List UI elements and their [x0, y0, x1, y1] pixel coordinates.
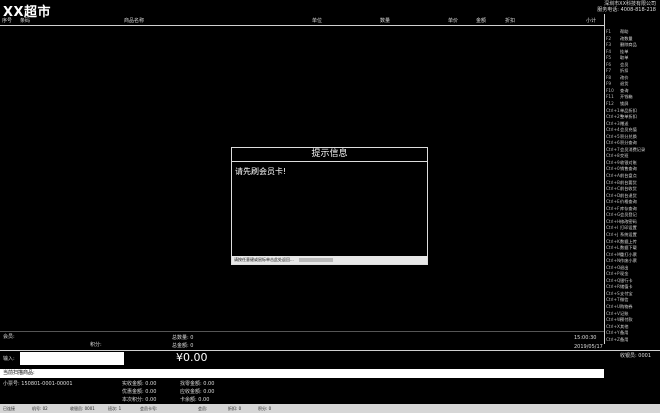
- col-unit: 单位: [312, 18, 323, 24]
- function-key-label: 系统设置: [620, 231, 637, 237]
- points-earned: 本次积分: 0.00: [122, 397, 157, 403]
- points-label: 积分:: [90, 342, 102, 348]
- function-key-label: 积分兑换: [620, 133, 637, 139]
- function-key-label: 库存查询: [620, 205, 637, 211]
- function-key-label: 赠送: [620, 120, 629, 126]
- function-key-label: 取单: [620, 55, 629, 61]
- function-key-label: 其他: [620, 323, 629, 329]
- status-bar: 已连接 机号: 02 收银员: 0001 班次: 1 会员卡号: 会员: 折扣:…: [0, 404, 660, 413]
- function-key-label: 打印设置: [620, 225, 637, 231]
- function-key-label: 银行卡: [620, 277, 633, 283]
- function-key-label: 开钱箱: [620, 94, 633, 100]
- total-amount: ¥0.00: [176, 351, 208, 364]
- function-key-label: 会员登记: [620, 212, 637, 218]
- discount-amount: 优惠金额: 0.00: [122, 389, 157, 395]
- function-key-label: 积分查询: [620, 140, 637, 146]
- barcode-input[interactable]: [20, 352, 124, 365]
- dialog-scrollbar[interactable]: [299, 258, 333, 262]
- input-label: 输入:: [3, 356, 15, 362]
- status-member: 会员:: [198, 406, 208, 411]
- receipt-number: 小票号: 150801-0001-00001: [3, 381, 73, 387]
- member-label: 会员:: [3, 334, 15, 340]
- service-phone: 服务电话: 4008-818-218: [597, 7, 656, 13]
- company-info: 深圳市XX科技有限公司 服务电话: 4008-818-218: [597, 1, 656, 13]
- function-key-label: 前台收货: [620, 186, 637, 192]
- col-subtotal: 小计: [586, 18, 597, 24]
- function-key-label: 查询: [620, 87, 629, 93]
- input-divider: [0, 350, 660, 351]
- status-member-card: 会员卡号:: [140, 406, 158, 411]
- summary-divider: [0, 331, 604, 332]
- status-cashier: 收银员: 0001: [70, 406, 95, 411]
- cashier-info: 收银员: 0001: [620, 353, 651, 359]
- function-key-label: 记账: [620, 310, 629, 316]
- function-key-label: 删除商品: [620, 42, 637, 48]
- dialog-title: 提示信息: [232, 148, 427, 162]
- function-key-label: 帮助: [620, 29, 629, 34]
- function-key-label: 前台退货: [620, 192, 637, 198]
- function-key-label: 备用: [620, 336, 629, 342]
- function-key-label: 重打小票: [620, 251, 637, 257]
- function-key-label: 作废小票: [620, 258, 637, 264]
- function-key-label: 整单折扣: [620, 114, 637, 120]
- function-key-label: 储值卡: [620, 284, 633, 290]
- current-scan-bar: 当前扫描商品:: [0, 369, 604, 378]
- function-key-label: 微信: [620, 297, 629, 303]
- status-shift: 班次: 1: [108, 406, 122, 411]
- function-key-label: 改数量: [620, 35, 633, 41]
- status-points: 积分: 0: [258, 406, 272, 411]
- col-index: 序号: [2, 18, 13, 24]
- dialog-message: 请先刷会员卡!: [235, 167, 287, 176]
- function-key-label: 单品折扣: [620, 107, 637, 113]
- status-discount: 折扣: 0: [228, 406, 242, 411]
- col-product-name: 商品名称: [124, 18, 145, 24]
- function-key-shortcut: Ctrl+Z: [606, 336, 620, 342]
- function-panel-divider: [604, 14, 605, 344]
- change-amount: 找零金额: 0.00: [180, 381, 215, 387]
- function-key-label: 数据上传: [620, 238, 637, 244]
- function-key-label: 会员充值: [620, 127, 637, 133]
- function-key-label: 备用: [620, 330, 629, 336]
- total-amount-label: 总金额: 0: [172, 343, 194, 349]
- function-key-label: 交班: [620, 153, 629, 159]
- col-discount: 折扣: [505, 18, 516, 24]
- total-qty: 总数量: 0: [172, 335, 194, 341]
- status-terminal: 机号: 02: [32, 406, 48, 411]
- function-key-label: 会员消费记录: [620, 146, 646, 152]
- function-key-label: 收银对账: [620, 159, 637, 165]
- function-key-label: 数据下载: [620, 245, 637, 251]
- paid-amount: 实收金额: 0.00: [122, 381, 157, 387]
- function-key-label: 支付宝: [620, 290, 633, 296]
- function-key-label: 修改密码: [620, 218, 637, 224]
- function-key-label: 锁屏: [620, 101, 629, 107]
- function-key-label: 前台盘点: [620, 173, 637, 179]
- col-price: 单价: [448, 18, 459, 24]
- clock-time: 15:00:30: [574, 335, 597, 341]
- due-amount: 应收金额: 0.00: [180, 389, 215, 395]
- function-key-label: 预付款: [620, 317, 633, 323]
- function-key-label: 会员: [620, 61, 629, 67]
- col-amount: 金额: [476, 18, 487, 24]
- function-key-label: 现金: [620, 271, 629, 277]
- function-key-label: 挂单: [620, 48, 629, 54]
- function-key-label: 折扣: [620, 68, 629, 74]
- col-barcode: 条码: [20, 18, 31, 24]
- function-key-label: 退出: [620, 264, 629, 270]
- function-key-label: 购物券: [620, 303, 633, 309]
- function-key-label: 改价: [620, 74, 629, 80]
- function-key-label: 价格查询: [620, 199, 637, 205]
- prompt-dialog[interactable]: 提示信息 请先刷会员卡! 请按任意键或鼠标单击此处返回...: [231, 147, 428, 265]
- card-balance: 卡余额: 0.00: [180, 397, 210, 403]
- status-connection: 已连接: [3, 406, 15, 411]
- function-key-list: F1 帮助 F2 改数量 F3 删除商品 F4 挂单 F5 取单 F6 会员 F7 折扣 F8 改价 F9 退货 F…: [606, 29, 660, 343]
- function-key-item[interactable]: Ctrl+Z备用: [606, 337, 660, 344]
- function-key-label: 前台要货: [620, 179, 637, 185]
- function-key-label: 销售查询: [620, 166, 637, 172]
- function-key-label: 退货: [620, 81, 629, 87]
- col-quantity: 数量: [380, 18, 391, 24]
